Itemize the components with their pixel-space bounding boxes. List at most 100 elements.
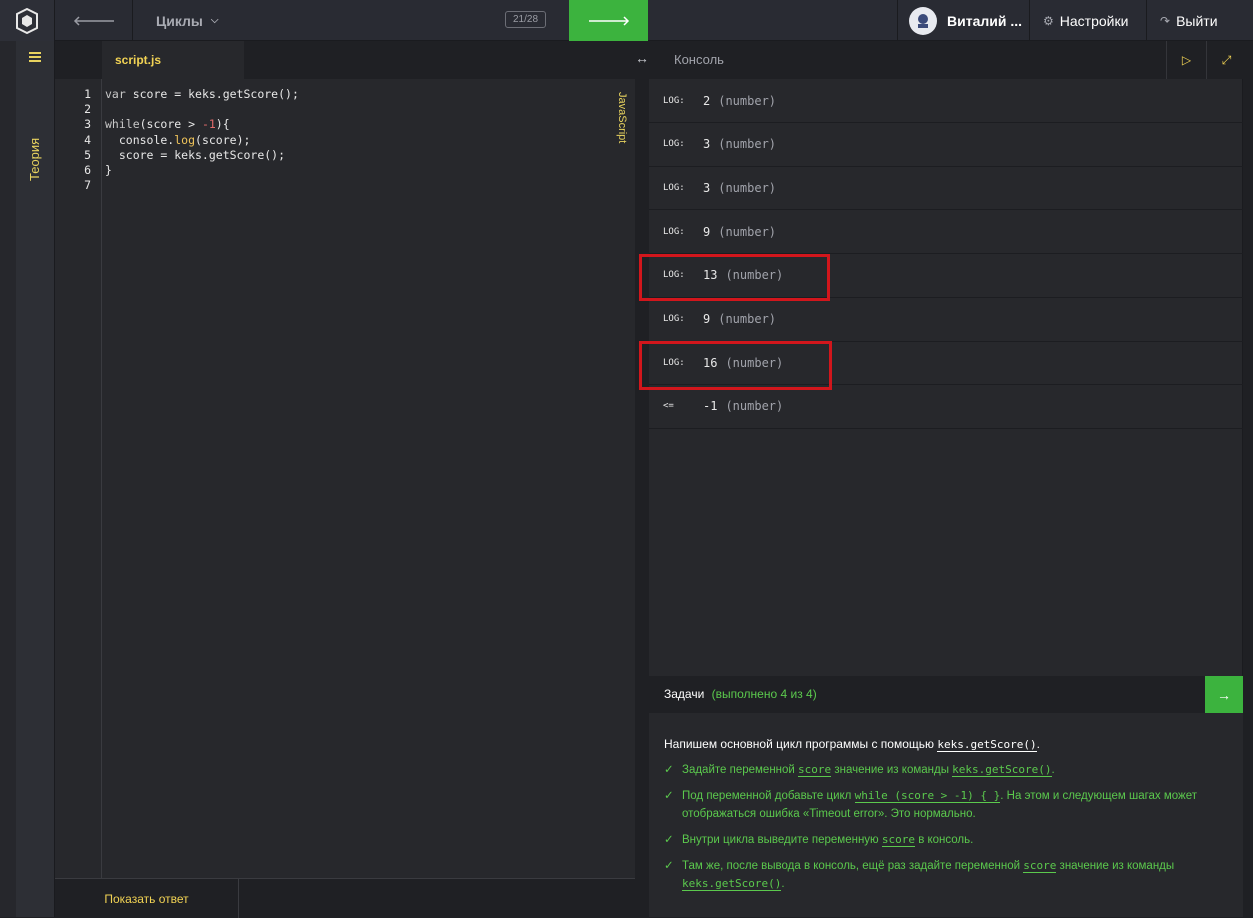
task-code: score: [798, 763, 832, 777]
logout-label: Выйти: [1176, 12, 1218, 29]
console-row-value: 2: [703, 93, 711, 108]
line-number: 6: [84, 163, 91, 178]
code-line: while(score > -1){: [105, 117, 230, 132]
console-row-value: 3: [703, 180, 711, 195]
check-icon: ✓: [664, 860, 674, 872]
console-row-type: (number): [718, 312, 777, 326]
left-strip: [0, 41, 16, 917]
avatar: [909, 6, 937, 35]
console-row-type: (number): [725, 399, 784, 414]
highlight-box: [639, 253, 830, 301]
theory-label: Теория: [27, 137, 42, 181]
gear-icon: ⚙: [1043, 13, 1054, 28]
console-row: LOG: 9 (number): [649, 298, 1243, 342]
code-line: }: [105, 162, 112, 177]
user-menu[interactable]: Виталий ...: [897, 0, 1030, 41]
console-row: <= -1 (number): [649, 385, 1243, 429]
console-row-value: 9: [703, 224, 711, 239]
panel-resizer[interactable]: ↔: [635, 41, 649, 917]
tasks-intro: Напишем основной цикл программы с помощь…: [664, 737, 1228, 752]
task-text-part: .: [1051, 764, 1055, 776]
top-bar: Циклы ⌵ 21/28 Виталий ... ⚙ Настройки ↷ …: [0, 0, 1253, 41]
settings-label: Настройки: [1059, 12, 1129, 29]
console-row-type: (number): [718, 224, 777, 239]
section-dropdown[interactable]: Циклы ⌵: [134, 0, 274, 41]
next-button[interactable]: [569, 0, 648, 41]
language-label: JavaScript: [616, 92, 628, 144]
theory-panel-toggle[interactable]: Теория: [16, 41, 55, 917]
editor-bottom-bar: Показать ответ: [55, 878, 635, 918]
tasks-intro-end: .: [1036, 737, 1041, 751]
code-area[interactable]: var score = keks.getScore(); while(score…: [105, 87, 299, 193]
line-number: 4: [84, 132, 91, 147]
show-answer-button[interactable]: Показать ответ: [55, 879, 239, 918]
run-icon[interactable]: ▷: [1166, 41, 1206, 79]
console-row: LOG: 9 (number): [649, 210, 1243, 255]
console-row-value: 3: [703, 137, 711, 152]
highlight-box: [639, 341, 832, 391]
expand-icon[interactable]: ⤢: [1206, 41, 1246, 79]
hamburger-icon[interactable]: [29, 52, 41, 64]
task-text-part: Под переменной добавьте цикл: [682, 790, 855, 802]
tasks-intro-code: keks.getScore(): [937, 738, 1037, 752]
line-numbers: 1234567: [55, 87, 91, 193]
console-row-tag: LOG:: [663, 314, 685, 324]
console-row-value: 9: [703, 312, 711, 326]
settings-button[interactable]: ⚙ Настройки: [1033, 0, 1147, 41]
line-number: 7: [84, 178, 91, 193]
task-code: score: [881, 833, 915, 847]
code-line: console.log(score);: [105, 132, 251, 147]
task-item: ✓ Внутри цикла выведите переменную score …: [664, 831, 1228, 849]
tasks-next-button[interactable]: →: [1205, 676, 1243, 713]
tasks-status: (выполнено 4 из 4): [711, 687, 817, 701]
task-text-part: Внутри цикла выведите переменную: [682, 834, 882, 846]
task-text-part: Там же, после вывода в консоль, ещё раз …: [682, 860, 1024, 872]
line-number: 3: [84, 117, 91, 132]
console-row-type: (number): [718, 137, 777, 152]
task-list: ✓ Задайте переменной score значение из ко…: [664, 761, 1228, 893]
tasks-panel: Напишем основной цикл программы с помощь…: [649, 713, 1243, 917]
task-code: score: [1023, 859, 1057, 873]
tasks-title: Задачи: [664, 687, 705, 701]
tasks-header: Задачи (выполнено 4 из 4): [649, 676, 1205, 713]
console-row-tag: <=: [663, 401, 674, 412]
line-number: 1: [84, 87, 91, 101]
tab-script-js[interactable]: script.js: [102, 41, 244, 79]
scrollbar[interactable]: [1243, 79, 1253, 676]
task-text-part: .: [781, 878, 785, 890]
console-title: Консоль: [674, 52, 724, 67]
logout-icon: ↷: [1160, 13, 1171, 28]
back-button[interactable]: [55, 0, 133, 41]
task-code: keks.getScore(): [682, 877, 782, 891]
task-item: ✓ Там же, после вывода в консоль, ещё раз…: [664, 857, 1228, 893]
line-number: 2: [84, 102, 91, 117]
console-output: LOG: 2 (number) LOG: 3 (number) LOG: 3 (number) L…: [639, 79, 1243, 676]
code-line: score = keks.getScore();: [105, 147, 286, 162]
console-row-tag: LOG:: [663, 95, 685, 106]
console-row-tag: LOG:: [663, 226, 685, 237]
check-icon: ✓: [664, 834, 674, 846]
task-item: ✓ Задайте переменной score значение из ко…: [664, 761, 1228, 779]
task-code: while (score > -1) { }: [854, 789, 1001, 803]
logo[interactable]: [0, 0, 55, 41]
check-icon: ✓: [664, 764, 674, 776]
console-row: LOG: 3 (number): [649, 123, 1243, 167]
progress-counter: 21/28: [505, 11, 546, 28]
console-row: LOG: 2 (number): [649, 79, 1243, 123]
arrow-right-icon: [588, 15, 629, 26]
logo-icon: [16, 7, 38, 34]
logout-button[interactable]: ↷ Выйти: [1148, 0, 1253, 41]
line-gutter: [55, 79, 102, 879]
task-text-part: значение из команды: [1056, 860, 1175, 872]
editor-tabs: script.js: [55, 41, 635, 79]
console-row-tag: LOG:: [663, 139, 685, 150]
user-name: Виталий ...: [947, 12, 1023, 29]
section-title: Циклы: [156, 12, 203, 29]
task-item: ✓ Под переменной добавьте цикл while (sco…: [664, 787, 1228, 823]
task-code: keks.getScore(): [952, 763, 1052, 777]
console-row-tag: LOG:: [663, 182, 685, 193]
code-line: var score = keks.getScore();: [105, 87, 299, 101]
console-header: Консоль ▷ ⤢: [649, 41, 1253, 79]
console-row-value: -1: [703, 399, 718, 414]
